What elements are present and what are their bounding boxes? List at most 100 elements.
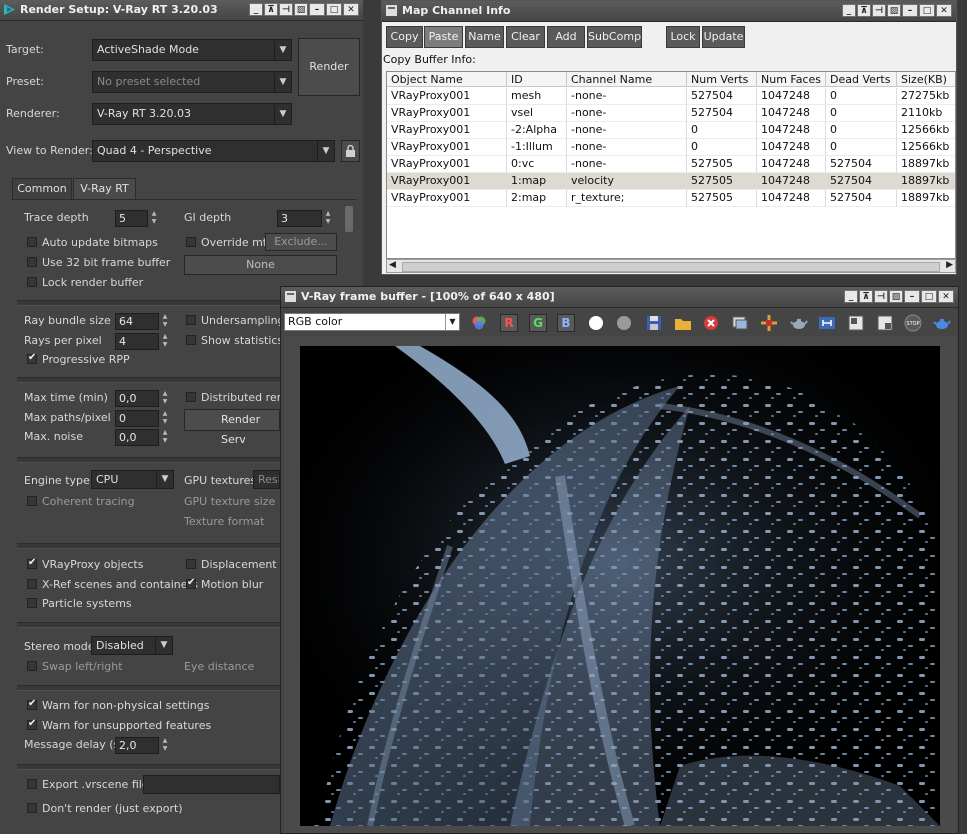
tab-vray-rt[interactable]: V-Ray RT bbox=[73, 178, 136, 200]
motion-blur-checkbox[interactable] bbox=[186, 577, 196, 589]
auto-update-bitmaps-checkbox[interactable] bbox=[27, 237, 37, 247]
maximize-icon[interactable]: □ bbox=[326, 3, 342, 16]
target-dropdown[interactable]: ActiveShade Mode ▼ bbox=[92, 39, 292, 61]
swap-left-right-checkbox[interactable] bbox=[27, 661, 37, 671]
restore-layout-icon[interactable]: ⊣ bbox=[872, 4, 886, 17]
pin-icon[interactable]: ⊼ bbox=[857, 4, 871, 17]
undersampling-checkbox[interactable] bbox=[186, 315, 196, 325]
red-channel-button[interactable]: R bbox=[500, 314, 518, 332]
restore-layout-icon[interactable]: ⊣ bbox=[279, 3, 293, 16]
link-to-3dsmax-icon[interactable] bbox=[818, 314, 836, 332]
distributed-rendering-checkbox[interactable] bbox=[186, 392, 196, 402]
restore-layout-icon[interactable]: ⊣ bbox=[874, 290, 888, 303]
map-channel-info-titlebar[interactable]: Map Channel Info _ ⊼ ⊣ ▨ – □ ✕ bbox=[382, 1, 956, 22]
vrayproxy-objects-checkbox[interactable] bbox=[27, 557, 37, 569]
message-delay-spinner[interactable]: 2,0 ▲ ▼ bbox=[115, 737, 167, 754]
render-servers-button[interactable]: Render Serv bbox=[184, 409, 280, 446]
lock-view-button[interactable] bbox=[341, 140, 360, 162]
channel-table[interactable]: Object Name ID Channel Name Num Verts Nu… bbox=[386, 71, 956, 259]
clear-image-icon[interactable] bbox=[702, 314, 720, 332]
subcomp-button[interactable]: SubComp bbox=[587, 26, 642, 48]
track-mouse-icon[interactable] bbox=[760, 314, 778, 332]
override-mtl-checkbox[interactable] bbox=[186, 237, 196, 247]
show-statistics-checkbox[interactable] bbox=[186, 335, 196, 345]
use-32bit-checkbox[interactable] bbox=[27, 257, 37, 267]
close-icon[interactable]: ✕ bbox=[343, 3, 359, 16]
spinner-arrows-icon[interactable]: ▲ ▼ bbox=[160, 333, 170, 350]
minimize-dialog-icon[interactable]: _ bbox=[844, 290, 858, 303]
minimize-icon[interactable]: – bbox=[904, 290, 920, 303]
table-row[interactable]: VRayProxy001 -1:Illum -none- 0 1047248 0 12566… bbox=[387, 139, 955, 156]
scrollbar-thumb[interactable] bbox=[402, 262, 940, 272]
table-row[interactable]: VRayProxy001 2:map r_texture; 527505 1047248… bbox=[387, 190, 955, 207]
copy-button[interactable]: Copy bbox=[386, 26, 423, 48]
warn-non-physical-checkbox[interactable] bbox=[27, 698, 37, 710]
table-row[interactable]: VRayProxy001 -2:Alpha -none- 0 1047248 0 12566… bbox=[387, 122, 955, 139]
column-header-num-verts[interactable]: Num Verts bbox=[687, 72, 757, 87]
load-image-icon[interactable] bbox=[674, 314, 692, 332]
table-row[interactable]: VRayProxy001 mesh -none- 527504 1047248 0 2727… bbox=[387, 88, 955, 105]
scroll-right-icon[interactable]: ▶ bbox=[946, 260, 953, 270]
maximize-icon[interactable]: □ bbox=[919, 4, 935, 17]
column-header-num-faces[interactable]: Num Faces bbox=[757, 72, 826, 87]
max-noise-spinner[interactable]: 0,0 ▲ ▼ bbox=[115, 429, 167, 446]
blue-channel-button[interactable]: B bbox=[557, 314, 575, 332]
coherent-tracing-checkbox[interactable] bbox=[27, 496, 37, 506]
close-icon[interactable]: ✕ bbox=[938, 290, 954, 303]
trace-depth-spinner[interactable]: 5 ▲ ▼ bbox=[115, 210, 156, 227]
minimize-dialog-icon[interactable]: _ bbox=[842, 4, 856, 17]
maximize-icon[interactable]: □ bbox=[921, 290, 937, 303]
scrollbar-thumb[interactable] bbox=[345, 206, 353, 232]
alpha-channel-icon[interactable] bbox=[587, 314, 605, 332]
monochrome-icon[interactable] bbox=[615, 314, 633, 332]
name-button[interactable]: Name bbox=[465, 26, 504, 48]
ray-bundle-spinner[interactable]: 64 ▲ ▼ bbox=[115, 313, 167, 330]
rays-per-pixel-spinner[interactable]: 4 ▲ ▼ bbox=[115, 333, 167, 350]
gpu-textures-dropdown[interactable]: Resiz bbox=[253, 470, 280, 489]
column-header-size[interactable]: Size(KB) bbox=[897, 72, 955, 87]
column-header-channel-name[interactable]: Channel Name bbox=[567, 72, 687, 87]
dont-render-checkbox[interactable] bbox=[27, 803, 37, 813]
renderer-dropdown[interactable]: V-Ray RT 3.20.03 ▼ bbox=[92, 103, 292, 125]
grid-icon[interactable]: ▨ bbox=[294, 3, 308, 16]
spinner-arrows-icon[interactable]: ▲ ▼ bbox=[323, 210, 333, 227]
vrscene-path-field[interactable] bbox=[143, 775, 280, 794]
paste-button[interactable]: Paste bbox=[424, 26, 463, 48]
minimize-dialog-icon[interactable]: _ bbox=[249, 3, 263, 16]
none-material-button[interactable]: None bbox=[184, 255, 337, 275]
green-channel-button[interactable]: G bbox=[529, 314, 547, 332]
xref-scenes-checkbox[interactable] bbox=[27, 579, 37, 589]
minimize-icon[interactable]: – bbox=[902, 4, 918, 17]
exclude-button[interactable]: Exclude... bbox=[265, 233, 337, 251]
pin-icon[interactable]: ⊼ bbox=[264, 3, 278, 16]
max-time-spinner[interactable]: 0,0 ▲ ▼ bbox=[115, 390, 167, 407]
preset-dropdown[interactable]: No preset selected ▼ bbox=[92, 71, 292, 93]
region-render-icon[interactable] bbox=[847, 314, 865, 332]
column-header-id[interactable]: ID bbox=[507, 72, 567, 87]
lock-render-buffer-checkbox[interactable] bbox=[27, 277, 37, 287]
particle-systems-checkbox[interactable] bbox=[27, 598, 37, 608]
spinner-arrows-icon[interactable]: ▲ ▼ bbox=[149, 210, 159, 227]
table-row[interactable]: VRayProxy001 1:map velocity 527505 1047248 52… bbox=[387, 173, 955, 190]
pin-icon[interactable]: ⊼ bbox=[859, 290, 873, 303]
table-row[interactable]: VRayProxy001 0:vc -none- 527505 1047248 52750… bbox=[387, 156, 955, 173]
frame-buffer-titlebar[interactable]: V-Ray frame buffer - [100% of 640 x 480]… bbox=[281, 287, 958, 308]
color-channel-dropdown[interactable]: RGB color ▼ bbox=[284, 313, 460, 331]
column-header-object-name[interactable]: Object Name bbox=[387, 72, 507, 87]
table-row[interactable]: VRayProxy001 vsel -none- 527504 1047248 0 2110… bbox=[387, 105, 955, 122]
displacement-checkbox[interactable] bbox=[186, 559, 196, 569]
render-region-teapot-icon[interactable] bbox=[790, 314, 808, 332]
clear-button[interactable]: Clear bbox=[506, 26, 545, 48]
warn-unsupported-checkbox[interactable] bbox=[27, 718, 37, 730]
spinner-arrows-icon[interactable]: ▲ ▼ bbox=[160, 410, 170, 427]
render-viewport[interactable] bbox=[284, 336, 957, 833]
update-button[interactable]: Update bbox=[702, 26, 745, 48]
view-to-render-dropdown[interactable]: Quad 4 - Perspective ▼ bbox=[92, 140, 335, 162]
spinner-arrows-icon[interactable]: ▲ ▼ bbox=[160, 737, 170, 754]
scroll-left-icon[interactable]: ◀ bbox=[389, 260, 396, 270]
spinner-arrows-icon[interactable]: ▲ ▼ bbox=[160, 429, 170, 446]
max-paths-spinner[interactable]: 0 ▲ ▼ bbox=[115, 410, 167, 427]
render-setup-titlebar[interactable]: Render Setup: V-Ray RT 3.20.03 _ ⊼ ⊣ ▨ –… bbox=[0, 0, 363, 21]
render-teapot-icon[interactable] bbox=[933, 314, 951, 332]
close-icon[interactable]: ✕ bbox=[936, 4, 952, 17]
